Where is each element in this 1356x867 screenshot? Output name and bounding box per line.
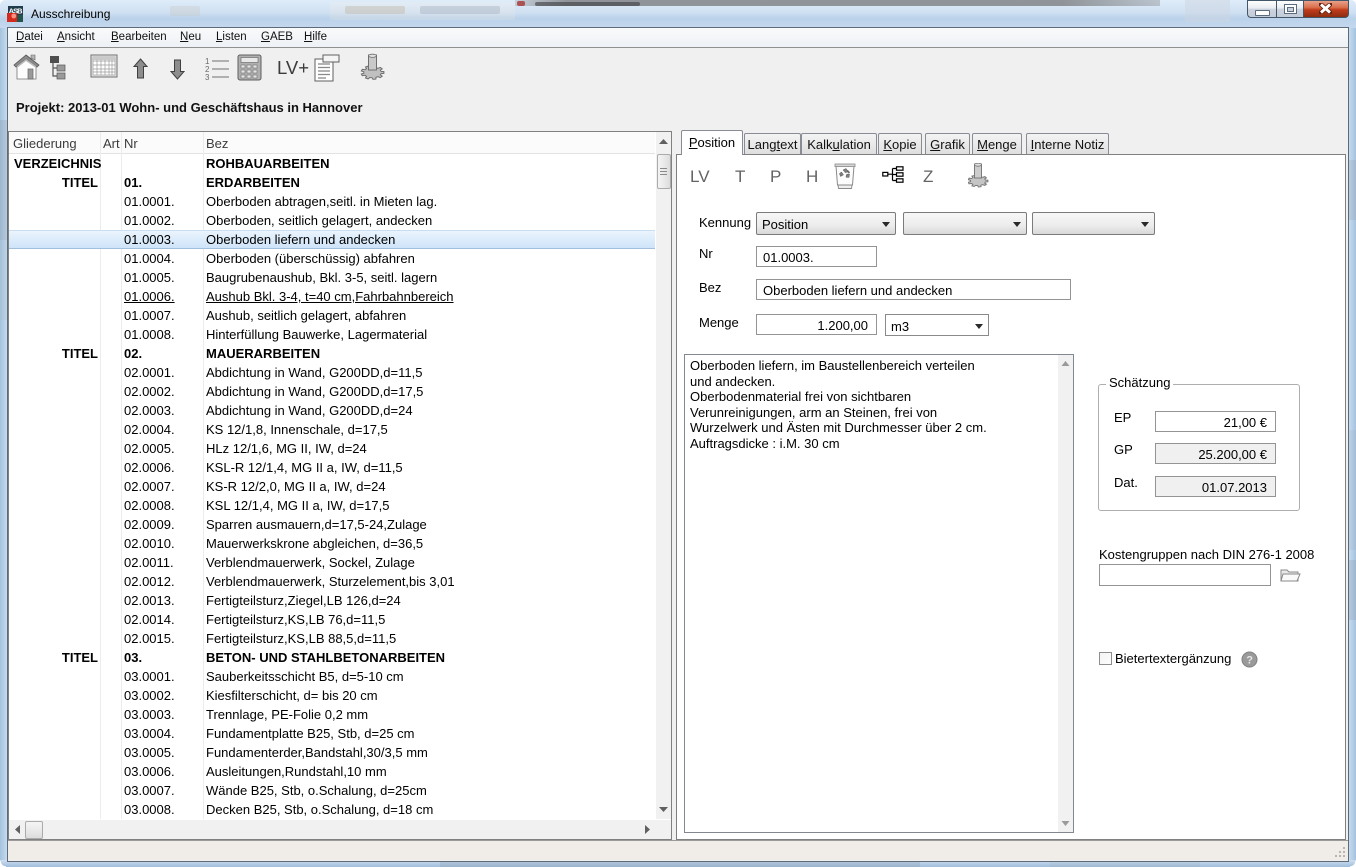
svg-text:3: 3: [205, 73, 210, 82]
svg-text:LV+: LV+: [277, 57, 309, 78]
svg-text:?: ?: [1246, 655, 1253, 667]
